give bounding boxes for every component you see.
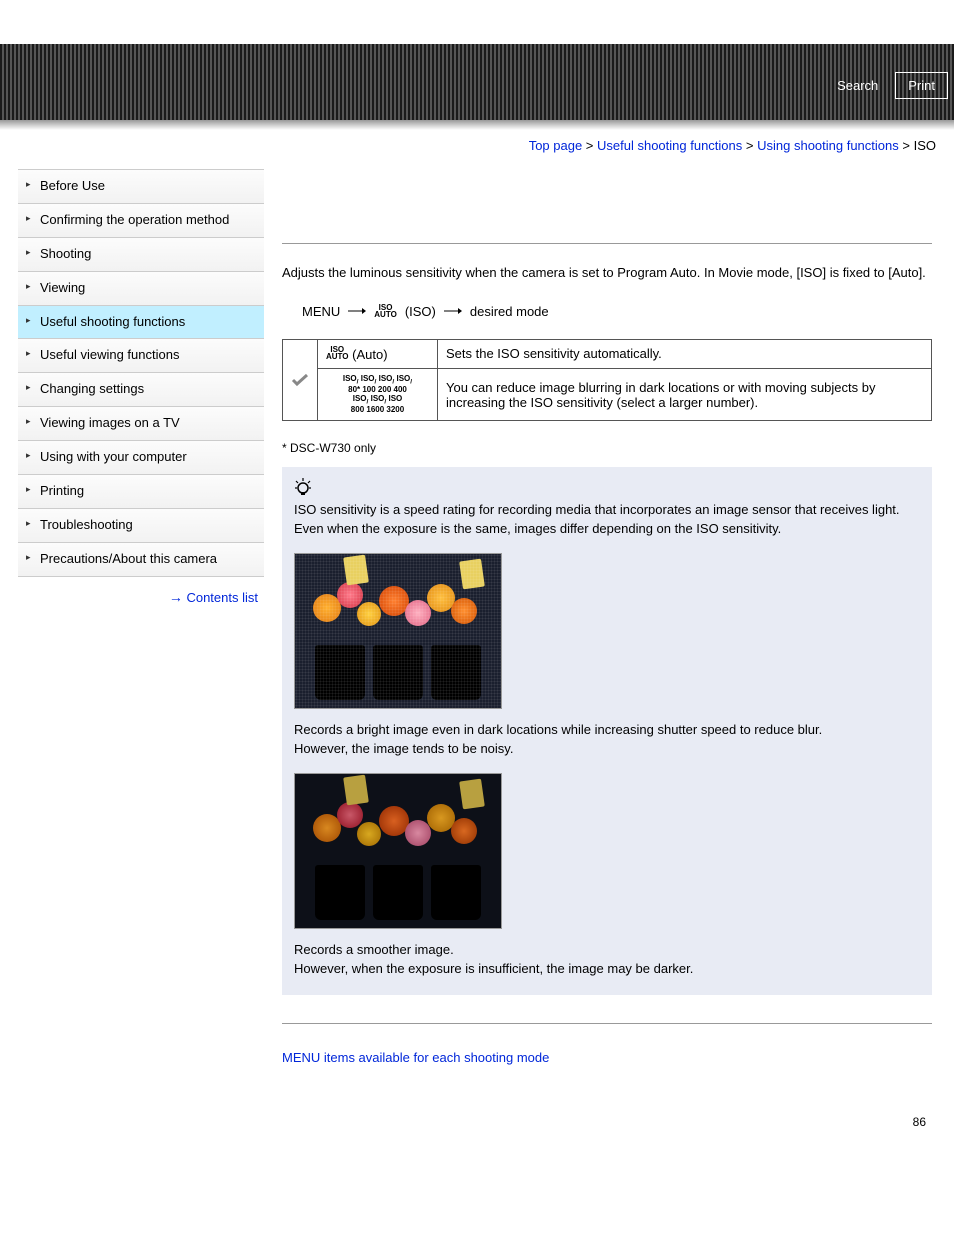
iso-auto-icon: ISOAUTO: [374, 304, 397, 318]
bulb-icon: [294, 477, 920, 497]
sidebar-item-before-use[interactable]: Before Use: [18, 170, 264, 204]
sidebar-item-computer[interactable]: Using with your computer: [18, 441, 264, 475]
photo2-line2: However, when the exposure is insufficie…: [294, 960, 920, 979]
photo1-line1: Records a bright image even in dark loca…: [294, 721, 920, 740]
sidebar-item-precautions[interactable]: Precautions/About this camera: [18, 543, 264, 577]
contents-list-link[interactable]: Contents list: [186, 590, 258, 605]
main-content: Adjusts the luminous sensitivity when th…: [264, 153, 954, 1129]
breadcrumb-l2[interactable]: Useful shooting functions: [597, 138, 742, 153]
sidebar-item-useful-viewing[interactable]: Useful viewing functions: [18, 339, 264, 373]
sidebar-item-troubleshooting[interactable]: Troubleshooting: [18, 509, 264, 543]
tip-box: ISO sensitivity is a speed rating for re…: [282, 467, 932, 994]
sidebar-item-tv[interactable]: Viewing images on a TV: [18, 407, 264, 441]
sidebar-item-confirming[interactable]: Confirming the operation method: [18, 204, 264, 238]
intro-paragraph: Adjusts the luminous sensitivity when th…: [282, 264, 932, 283]
sample-photo-low-iso: [294, 773, 502, 929]
sidebar-item-printing[interactable]: Printing: [18, 475, 264, 509]
breadcrumb-current: ISO: [914, 138, 936, 153]
photo1-line2: However, the image tends to be noisy.: [294, 740, 920, 759]
auto-desc: Sets the ISO sensitivity automatically.: [438, 339, 932, 368]
desired-mode-label: desired mode: [470, 304, 549, 319]
divider: [282, 1023, 932, 1024]
search-button[interactable]: Search: [824, 72, 891, 99]
page-number: 86: [282, 1115, 932, 1129]
options-table: ISOAUTO (Auto) Sets the ISO sensitivity …: [282, 339, 932, 422]
check-icon: [291, 373, 309, 387]
sidebar-item-viewing[interactable]: Viewing: [18, 272, 264, 306]
iso-values-icon: ISO/ ISO/ ISO/ ISO/80* 100 200 400ISO/ I…: [326, 375, 429, 414]
header-banner: Search Print: [0, 44, 954, 120]
iso-label: (ISO): [405, 304, 436, 319]
arrow-icon: [444, 306, 462, 316]
iso-auto-icon: ISOAUTO: [326, 346, 349, 360]
sidebar-item-shooting[interactable]: Shooting: [18, 238, 264, 272]
breadcrumb-l3[interactable]: Using shooting functions: [757, 138, 899, 153]
tip-intro: ISO sensitivity is a speed rating for re…: [294, 501, 920, 539]
sample-photo-high-iso: [294, 553, 502, 709]
arrow-icon: [348, 306, 366, 316]
auto-label: (Auto): [352, 347, 387, 362]
arrow-icon: →: [169, 589, 183, 605]
divider: [282, 243, 932, 244]
breadcrumb-top[interactable]: Top page: [529, 138, 583, 153]
iso-values-desc: You can reduce image blurring in dark lo…: [438, 369, 932, 421]
print-button[interactable]: Print: [895, 72, 948, 99]
menu-label: MENU: [302, 304, 340, 319]
sidebar: Before Use Confirming the operation meth…: [0, 153, 264, 1129]
related-topic-link[interactable]: MENU items available for each shooting m…: [282, 1050, 549, 1065]
menu-path: MENU ISOAUTO (ISO) desired mode: [282, 296, 932, 319]
sidebar-item-changing-settings[interactable]: Changing settings: [18, 373, 264, 407]
photo2-line1: Records a smoother image.: [294, 941, 920, 960]
table-row: ISO/ ISO/ ISO/ ISO/80* 100 200 400ISO/ I…: [283, 369, 932, 421]
table-row: ISOAUTO (Auto) Sets the ISO sensitivity …: [283, 339, 932, 368]
footnote: * DSC-W730 only: [282, 441, 932, 455]
sidebar-item-useful-shooting[interactable]: Useful shooting functions: [18, 306, 264, 340]
nav-list: Before Use Confirming the operation meth…: [18, 169, 264, 577]
